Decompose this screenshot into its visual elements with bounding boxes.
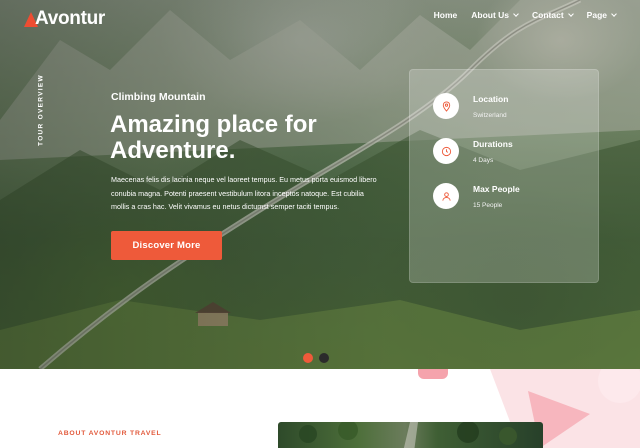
info-label: Max People [473,183,520,194]
hero-description: Maecenas felis dis lacinia neque vel lao… [111,175,377,211]
clock-icon [433,138,459,164]
map-pin-icon [433,93,459,119]
info-item-durations: Durations 4 Days [433,138,513,164]
info-label: Location [473,93,509,104]
nav-item-label: About Us [471,10,510,20]
info-item-location: Location Switzerland [433,93,508,119]
hero-eyebrow: Climbing Mountain [111,91,206,103]
slider-dot-1[interactable] [303,353,313,363]
nav-item-label: Contact [532,10,564,20]
nav-item-contact[interactable]: Contact [532,10,574,20]
chevron-down-icon [513,11,519,17]
tour-info-card: Location Switzerland Durations 4 Days Ma… [409,69,599,283]
nav-item-label: Home [433,10,458,20]
about-section: ABOUT AVONTUR TRAVEL [0,369,640,448]
discover-more-button[interactable]: Discover More [111,231,222,260]
about-section-label: ABOUT AVONTUR TRAVEL [58,430,162,437]
nav-item-label: Page [586,10,607,20]
info-item-max-people: Max People 15 People [433,183,520,209]
user-icon [433,183,459,209]
hero-title: Amazing place for Adventure. [110,111,317,164]
logo[interactable]: Avontur [24,8,105,30]
chevron-down-icon [611,11,617,17]
slider-pagination [303,353,329,363]
info-value: Switzerland [473,111,507,119]
info-value: 4 Days [473,156,494,164]
chevron-down-icon [567,11,574,17]
nav-item-home[interactable]: Home [434,10,458,20]
info-value: 15 People [473,201,503,209]
nav-item-about-us[interactable]: About Us [471,10,519,20]
about-image [278,422,543,448]
info-label: Durations [473,138,513,149]
main-nav: Home About Us Contact Page [434,10,617,20]
tour-overview-side-label: TOUR OVERVIEW [37,74,45,146]
logo-text: Avontur [35,8,106,29]
nav-item-page[interactable]: Page [586,10,617,20]
slider-dot-2[interactable] [319,353,329,363]
